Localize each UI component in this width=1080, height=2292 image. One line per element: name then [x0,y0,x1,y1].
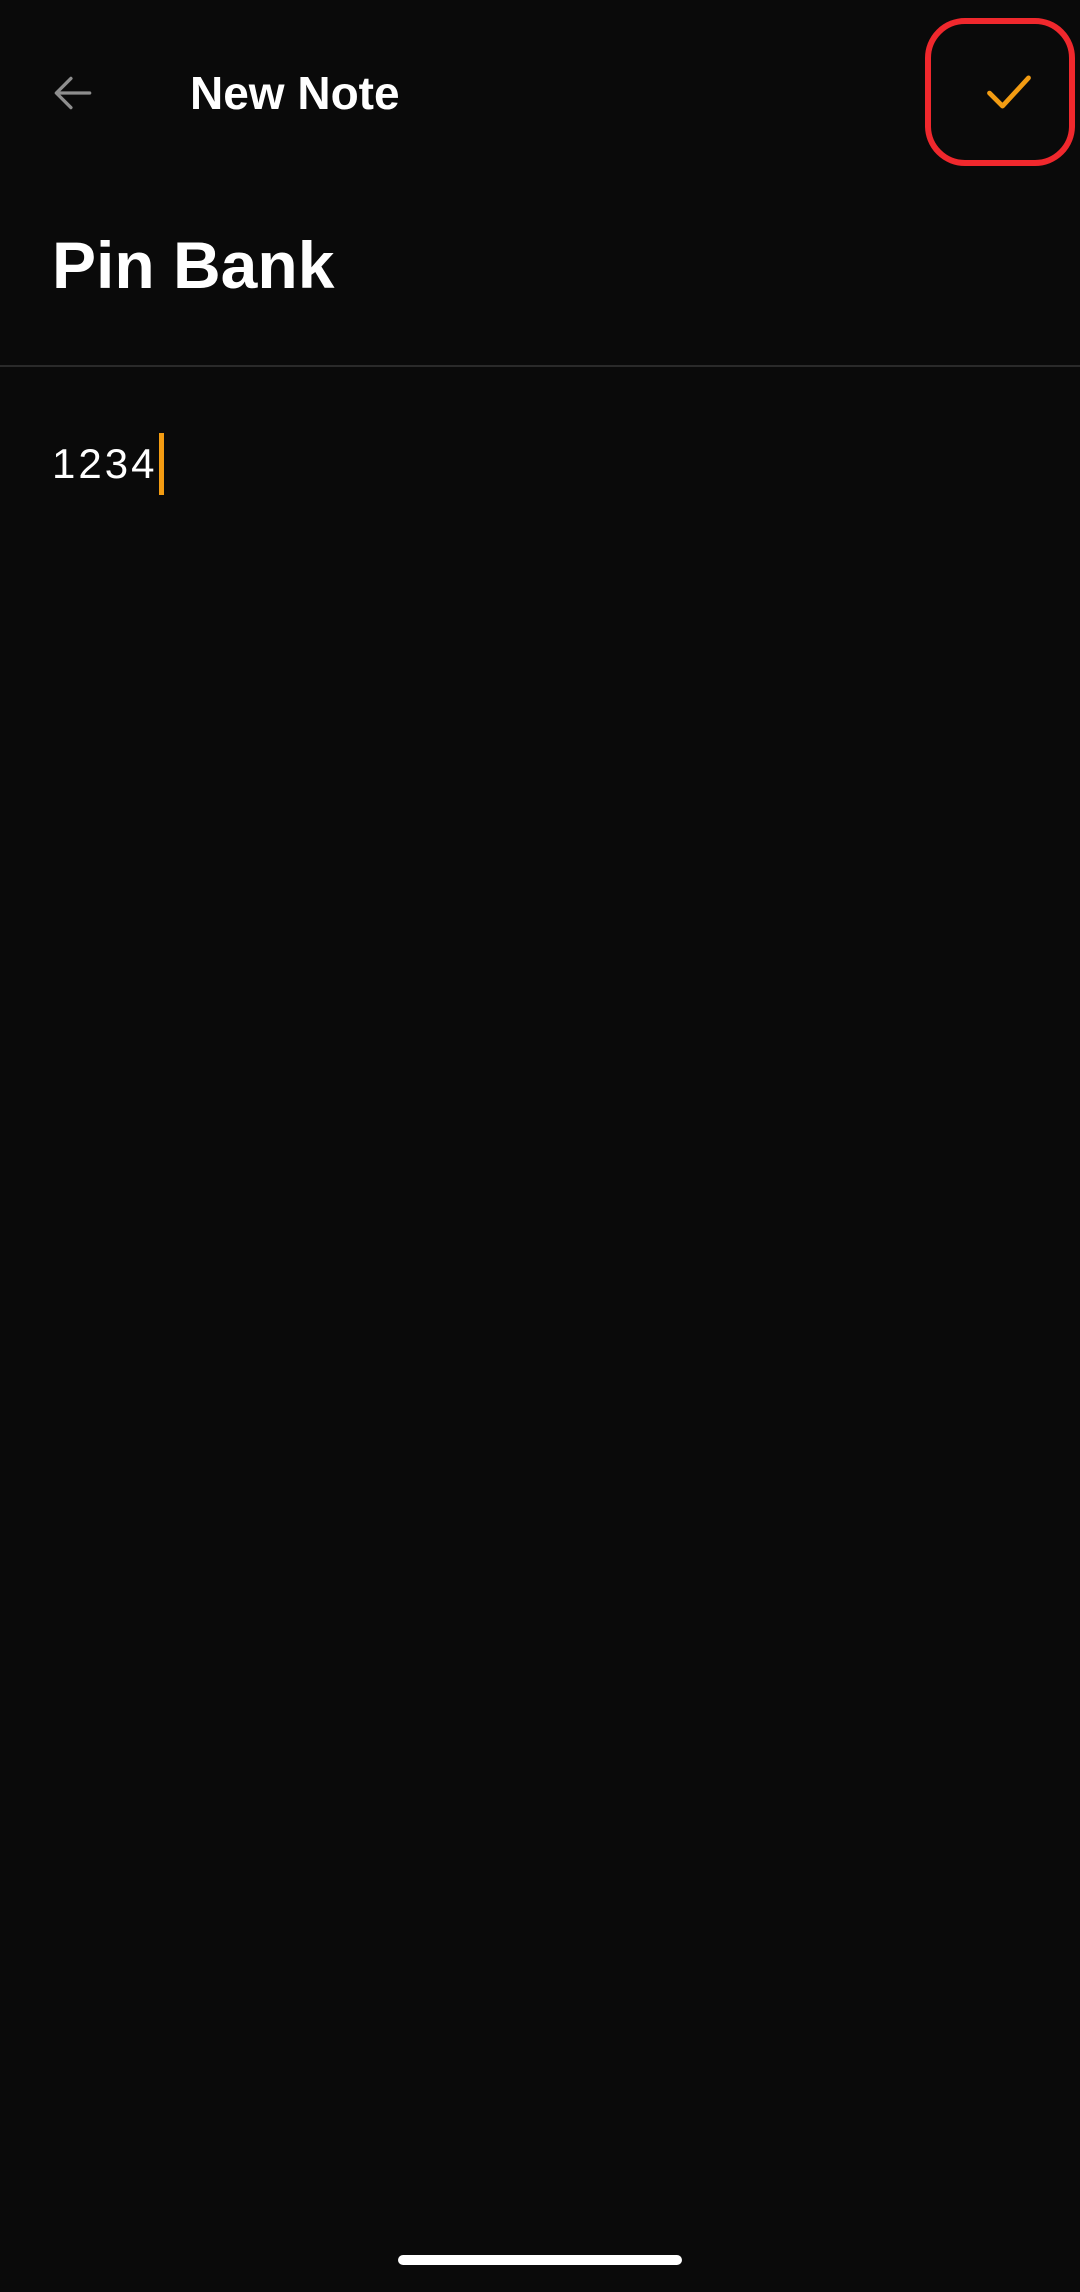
check-icon [987,75,1031,109]
screen-title: New Note [190,67,400,119]
arrow-left-icon [54,76,92,110]
note-body-field[interactable]: 1234 [52,432,165,496]
text-cursor [159,433,165,495]
app-bar: New Note [0,0,1080,188]
note-body-text: 1234 [52,440,158,487]
save-button[interactable] [925,18,1075,166]
back-button[interactable] [30,50,116,136]
divider [0,365,1080,367]
note-title-field[interactable]: Pin Bank [52,222,334,308]
gesture-navigation-bar[interactable] [398,2255,682,2265]
